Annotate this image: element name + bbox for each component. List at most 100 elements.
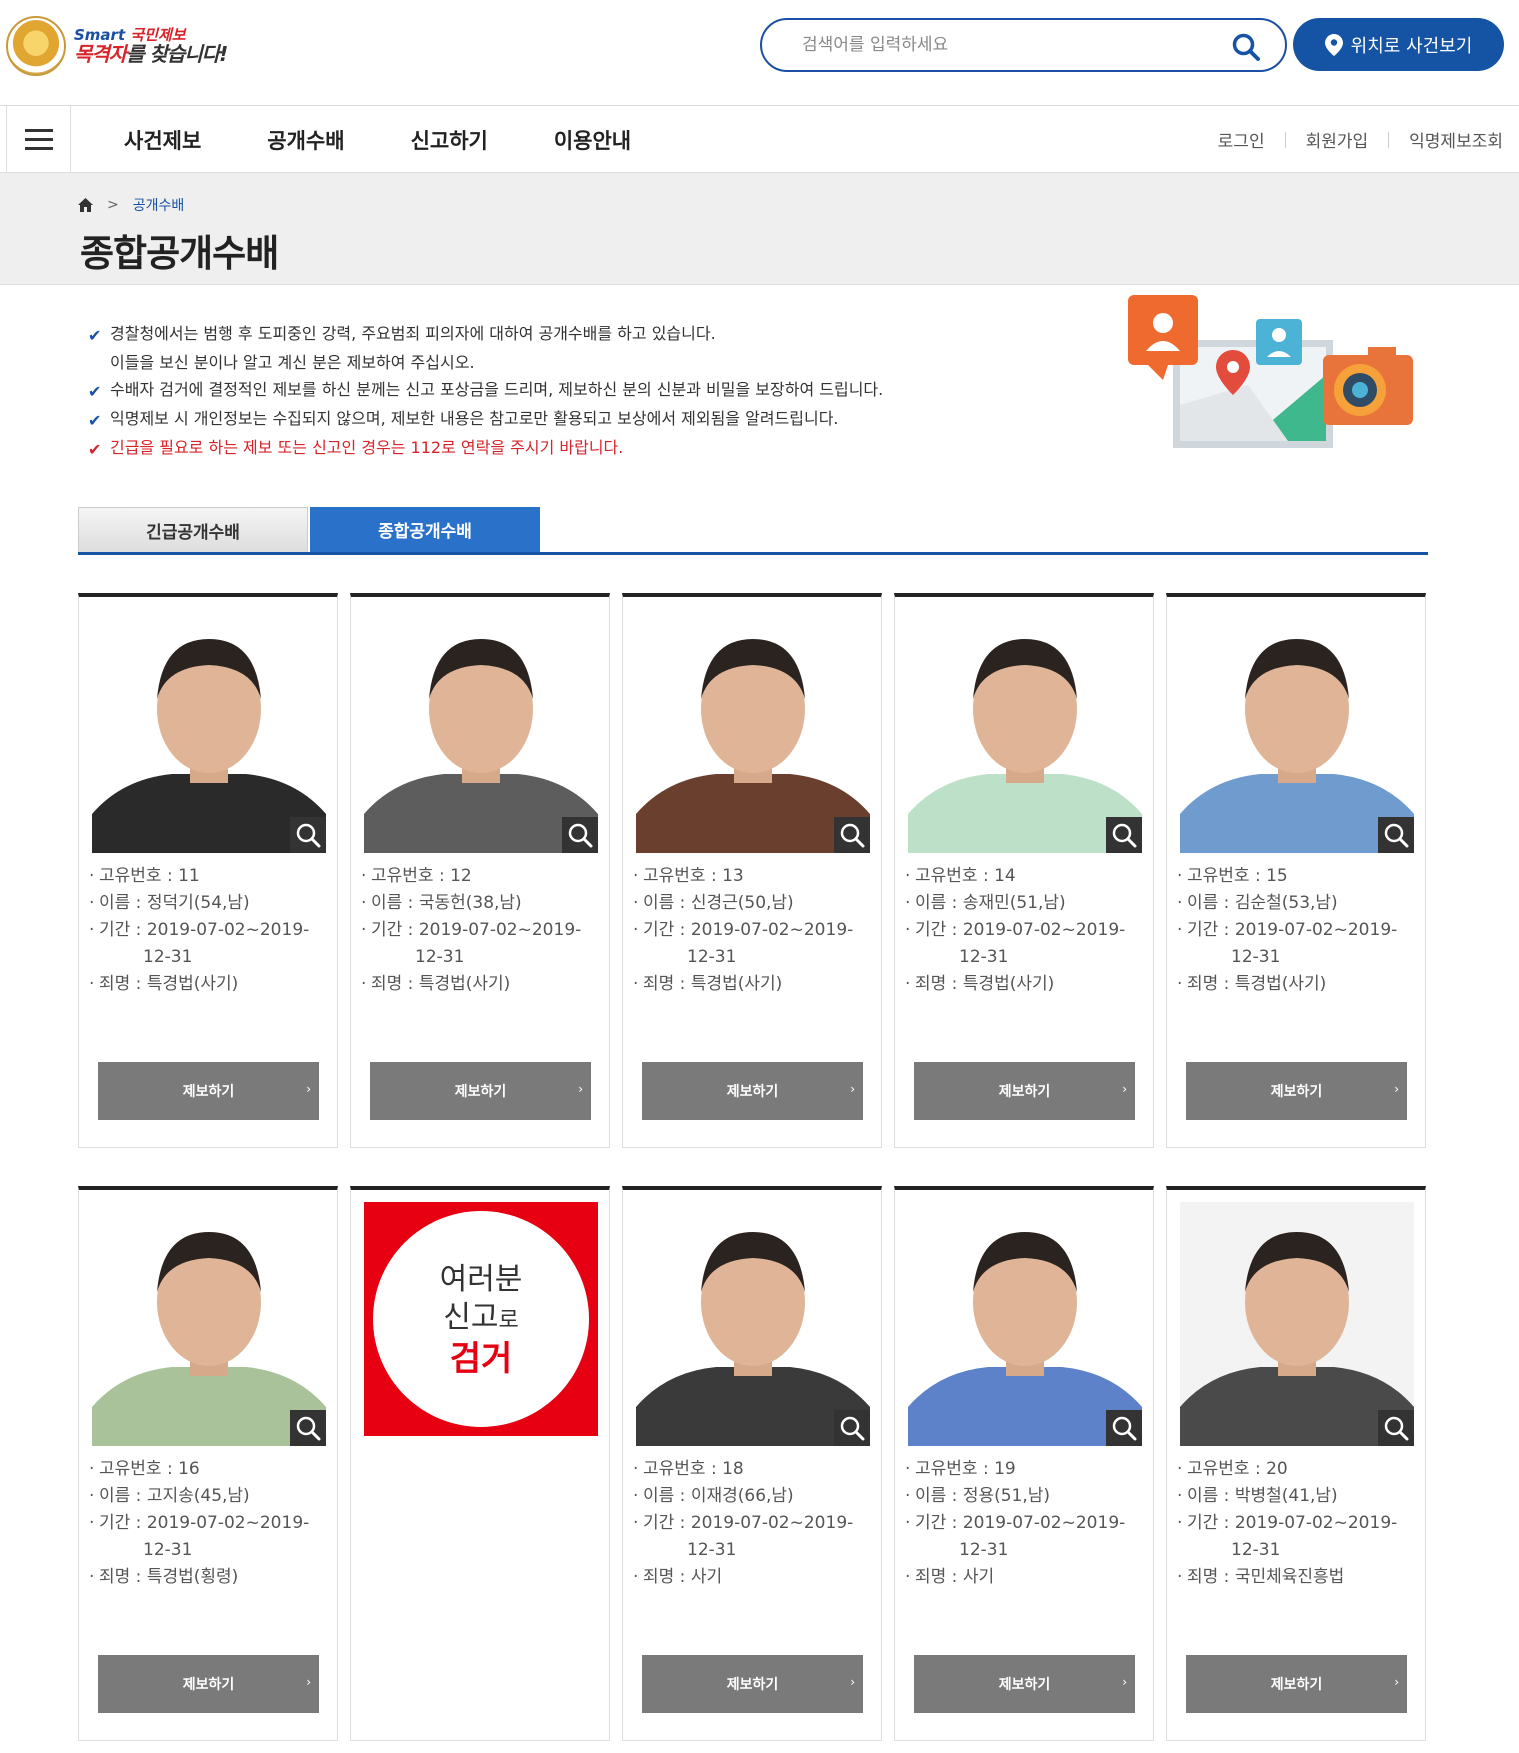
- tip-button[interactable]: 제보하기 ›: [98, 1062, 319, 1120]
- period-label: 기간 :: [915, 1513, 963, 1533]
- tip-button[interactable]: 제보하기 ›: [914, 1655, 1135, 1713]
- main-nav: 사건제보 공개수배 신고하기 이용안내 로그인 회원가입 익명제보조회: [0, 105, 1519, 173]
- suspect-info: · 고유번호 : 15 · 이름 : 김순철(53,남) · 기간 : 2019-07-0…: [1177, 866, 1398, 994]
- suspect-period-end: 12-31: [415, 947, 465, 967]
- nav-item-wanted[interactable]: 공개수배: [267, 125, 344, 155]
- zoom-icon[interactable]: [834, 1410, 870, 1446]
- breadcrumb-current[interactable]: 공개수배: [133, 195, 185, 215]
- name-label: 이름 :: [915, 893, 963, 913]
- suspect-crime: 특경법(횡령): [146, 1567, 239, 1587]
- zoom-icon[interactable]: [1378, 817, 1414, 853]
- promo-line3: 검거: [449, 1338, 513, 1379]
- suspect-crime: 특경법(사기): [146, 974, 239, 994]
- chevron-right-icon: ›: [850, 1082, 855, 1096]
- location-view-button[interactable]: 위치로 사건보기: [1293, 18, 1504, 71]
- nav-item-declare[interactable]: 신고하기: [411, 125, 488, 155]
- suspect-info: · 고유번호 : 18 · 이름 : 이재경(66,남) · 기간 : 2019-07-0…: [633, 1459, 854, 1587]
- promo-line2b: 로: [498, 1307, 519, 1333]
- suspect-name: 고지송(45,남): [146, 1486, 250, 1506]
- suspect-period-end: 12-31: [959, 947, 1009, 967]
- home-icon[interactable]: [78, 198, 93, 212]
- suspect-photo[interactable]: [1180, 609, 1414, 853]
- search-input[interactable]: [802, 33, 1202, 57]
- suspect-crime: 사기: [690, 1567, 723, 1587]
- name-label: 이름 :: [643, 893, 691, 913]
- crime-label: 죄명 :: [371, 974, 419, 994]
- tip-button[interactable]: 제보하기 ›: [1186, 1062, 1407, 1120]
- suspect-photo[interactable]: [364, 609, 598, 853]
- zoom-icon[interactable]: [290, 1410, 326, 1446]
- tip-button[interactable]: 제보하기 ›: [98, 1655, 319, 1713]
- chevron-right-icon: ›: [1122, 1082, 1127, 1096]
- login-link[interactable]: 로그인: [1218, 127, 1265, 152]
- suspect-period-end: 12-31: [143, 947, 193, 967]
- zoom-icon[interactable]: [1378, 1410, 1414, 1446]
- notice-list: ✔ 경찰청에서는 범행 후 도피중인 강력, 주요범죄 피의자에 대하여 공개수배…: [88, 320, 883, 463]
- check-icon: ✔: [88, 382, 102, 401]
- promo-line1: 여러분: [439, 1261, 523, 1297]
- id-label: 고유번호 :: [371, 866, 451, 886]
- name-label: 이름 :: [1187, 893, 1235, 913]
- tab-urgent-wanted[interactable]: 긴급공개수배: [78, 507, 308, 552]
- wanted-tabs: 긴급공개수배 종합공개수배: [78, 507, 1428, 555]
- wanted-card: · 고유번호 : 14 · 이름 : 송재민(51,남) · 기간 : 2019-07-0…: [894, 593, 1154, 1148]
- suspect-id: 11: [178, 866, 200, 886]
- tip-button-label: 제보하기: [1270, 1084, 1323, 1100]
- suspect-photo[interactable]: [908, 609, 1142, 853]
- nav-item-report[interactable]: 사건제보: [124, 125, 201, 155]
- tip-button[interactable]: 제보하기 ›: [642, 1655, 863, 1713]
- suspect-photo[interactable]: [908, 1202, 1142, 1446]
- suspect-crime: 특경법(사기): [418, 974, 511, 994]
- zoom-icon[interactable]: [290, 817, 326, 853]
- suspect-period-start: 2019-07-02~2019-: [146, 1513, 310, 1533]
- zoom-icon[interactable]: [562, 817, 598, 853]
- tip-button-label: 제보하기: [182, 1084, 235, 1100]
- tip-button-label: 제보하기: [182, 1677, 235, 1693]
- signup-link[interactable]: 회원가입: [1306, 127, 1369, 152]
- tip-button-label: 제보하기: [998, 1677, 1051, 1693]
- wanted-card: 여러분 신고로 검거: [350, 1186, 610, 1741]
- tip-button[interactable]: 제보하기 ›: [914, 1062, 1135, 1120]
- id-label: 고유번호 :: [643, 1459, 723, 1479]
- wanted-card: · 고유번호 : 18 · 이름 : 이재경(66,남) · 기간 : 2019-07-0…: [622, 1186, 882, 1741]
- crime-label: 죄명 :: [99, 974, 147, 994]
- crime-label: 죄명 :: [99, 1567, 147, 1587]
- suspect-photo[interactable]: [1180, 1202, 1414, 1446]
- crime-label: 죄명 :: [915, 974, 963, 994]
- tip-button[interactable]: 제보하기 ›: [642, 1062, 863, 1120]
- tip-button[interactable]: 제보하기 ›: [370, 1062, 591, 1120]
- tab-general-wanted[interactable]: 종합공개수배: [310, 507, 540, 552]
- tip-button-label: 제보하기: [454, 1084, 507, 1100]
- nav-item-guide[interactable]: 이용안내: [554, 125, 631, 155]
- hamburger-menu-icon[interactable]: [6, 106, 71, 173]
- wanted-card: · 고유번호 : 15 · 이름 : 김순철(53,남) · 기간 : 2019-07-0…: [1166, 593, 1426, 1148]
- period-label: 기간 :: [371, 920, 419, 940]
- suspect-name: 신경근(50,남): [690, 893, 794, 913]
- suspect-photo[interactable]: [92, 1202, 326, 1446]
- name-label: 이름 :: [99, 1486, 147, 1506]
- crime-label: 죄명 :: [1187, 1567, 1235, 1587]
- anonymous-lookup-link[interactable]: 익명제보조회: [1409, 127, 1503, 152]
- chevron-right-icon: ›: [1394, 1675, 1399, 1689]
- wanted-card: · 고유번호 : 19 · 이름 : 정용(51,남) · 기간 : 2019-07-02…: [894, 1186, 1154, 1741]
- suspect-crime: 특경법(사기): [962, 974, 1055, 994]
- suspect-photo[interactable]: [92, 609, 326, 853]
- suspect-info: · 고유번호 : 19 · 이름 : 정용(51,남) · 기간 : 2019-07-02…: [905, 1459, 1126, 1587]
- search-icon[interactable]: [1231, 32, 1261, 62]
- zoom-icon[interactable]: [1106, 817, 1142, 853]
- map-pin-icon: [1324, 33, 1343, 56]
- zoom-icon[interactable]: [1106, 1410, 1142, 1446]
- suspect-period-end: 12-31: [1231, 947, 1281, 967]
- site-logo[interactable]: Smart 국민제보 목격자를 찾습니다!: [6, 16, 228, 76]
- suspect-period-start: 2019-07-02~2019-: [962, 1513, 1126, 1533]
- name-label: 이름 :: [643, 1486, 691, 1506]
- suspect-photo[interactable]: [636, 609, 870, 853]
- divider: [1388, 131, 1390, 148]
- suspect-name: 박병철(41,남): [1234, 1486, 1338, 1506]
- suspect-photo[interactable]: [636, 1202, 870, 1446]
- suspect-period-end: 12-31: [143, 1540, 193, 1560]
- zoom-icon[interactable]: [834, 817, 870, 853]
- tip-button[interactable]: 제보하기 ›: [1186, 1655, 1407, 1713]
- suspect-id: 12: [450, 866, 472, 886]
- period-label: 기간 :: [915, 920, 963, 940]
